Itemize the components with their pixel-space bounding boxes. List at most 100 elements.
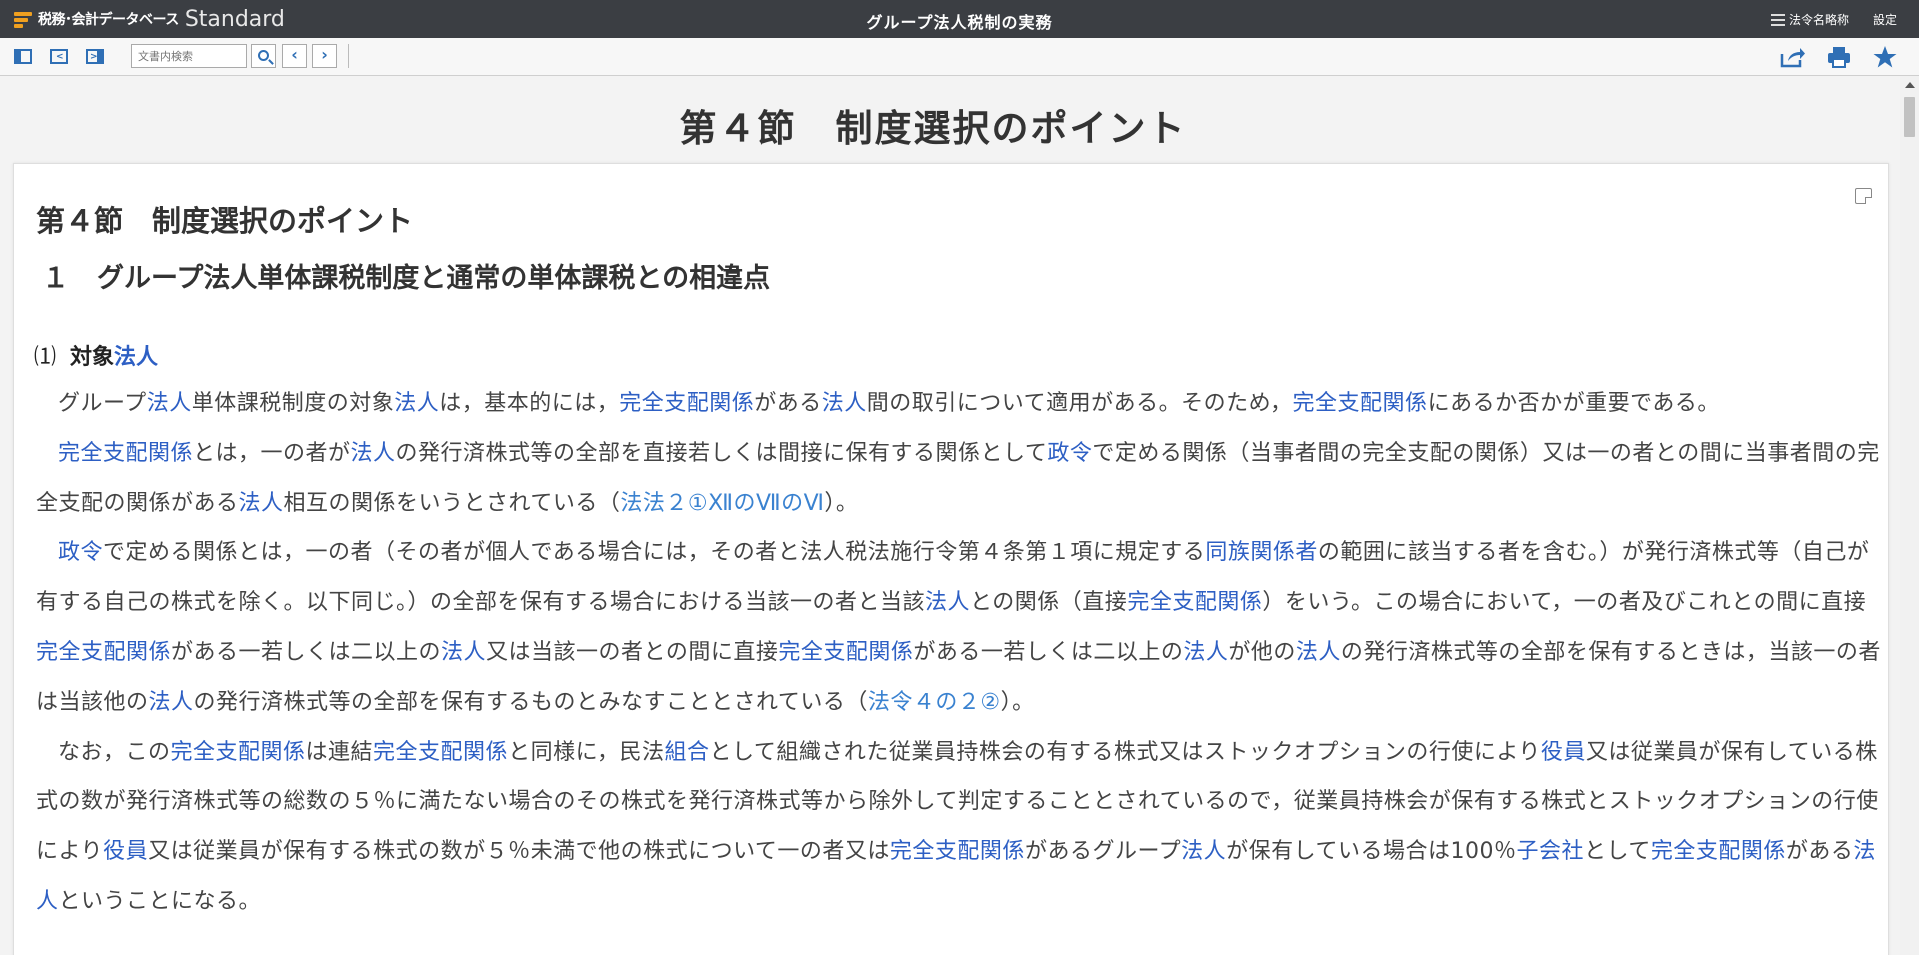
body-text: との関係（直接 [970, 590, 1128, 616]
body-paragraph: 完全支配関係とは，一の者が法人の発行済株式等の全部を直接若しくは間接に保有する関… [36, 429, 1881, 529]
body-text: とは，一の者が [193, 440, 351, 466]
body-paragraph: グループ法人単体課税制度の対象法人は，基本的には，完全支配関係がある法人間の取引… [36, 379, 1881, 429]
expand-right-icon: > [86, 49, 104, 64]
title-bar: 税務･会計データベース Standard グループ法人税制の実務 法令名略称 設… [0, 0, 1919, 38]
term-link[interactable]: 完全支配関係 [171, 740, 306, 765]
subsection-text: グループ法人単体課税制度と通常の単体課税との相違点 [97, 263, 771, 294]
body-text: 相互の関係をいうとされている（ [283, 490, 621, 516]
term-link[interactable]: 完全支配関係 [1293, 391, 1428, 416]
term-link[interactable]: 政令 [1047, 441, 1092, 466]
term-link[interactable]: 法人 [239, 491, 284, 516]
law-abbrev-label: 法令名略称 [1788, 13, 1849, 27]
bookmark-button[interactable] [1871, 45, 1899, 69]
term-link[interactable]: 組合 [664, 740, 709, 765]
body-text: 又は当該一の者との間に直接 [486, 639, 779, 665]
term-link[interactable]: 法人 [147, 391, 192, 416]
subsection-number: １ [42, 263, 69, 294]
body-text: の発行済株式等の全部を直接若しくは間接に保有する関係として [395, 440, 1048, 466]
term-link[interactable]: 完全支配関係 [373, 740, 508, 765]
body-text: があるグループ [1024, 839, 1182, 865]
body-text: が保有している場合は100％ [1226, 839, 1517, 865]
law-reference-link[interactable]: 法法２①ⅫのⅦのⅥ [620, 491, 824, 516]
settings-label: 設定 [1872, 13, 1897, 27]
toolbar-divider [348, 44, 349, 68]
section-title: 第４節 制度選択のポイント [36, 204, 414, 238]
term-link[interactable]: 完全支配関係 [58, 441, 193, 466]
body-text: ）。 [824, 490, 859, 516]
body-text: がある一若しくは二以上の [171, 639, 442, 665]
body-text: 間の取引について適用がある。そのため， [866, 391, 1293, 416]
body-text: がある [754, 391, 822, 416]
list-icon [1770, 13, 1785, 26]
term-link[interactable]: 法人 [1183, 640, 1228, 665]
collapse-left-button[interactable]: < [47, 46, 71, 68]
document-title: グループ法人税制の実務 [866, 13, 1053, 32]
item-number: ⑴ [34, 345, 57, 370]
body-text: と同様に，民法 [508, 739, 665, 765]
body-text: で定める関係とは，一の者（その者が個人である場合には，その者と法人税法施行令第４… [103, 540, 1206, 566]
term-link[interactable]: 法人 [1296, 640, 1341, 665]
search-icon [258, 50, 269, 61]
print-icon [1828, 47, 1850, 68]
term-link[interactable]: 完全支配関係 [619, 391, 754, 416]
term-link[interactable]: 役員 [1541, 740, 1586, 765]
term-link[interactable]: 完全支配関係 [778, 640, 913, 665]
memo-icon[interactable] [1855, 188, 1872, 204]
share-icon [1780, 48, 1805, 68]
body-text: として組織された従業員持株会の有する株式又はストックオプションの行使により [709, 739, 1541, 765]
body-text: なお，この [58, 739, 171, 765]
term-link[interactable]: 役員 [103, 839, 148, 864]
page-heading: 第４節 制度選択のポイント [679, 107, 1187, 150]
term-link[interactable]: 子会社 [1516, 839, 1584, 864]
body-text: がある一若しくは二以上の [913, 639, 1184, 665]
subsection-title: １ グループ法人単体課税制度と通常の単体課税との相違点 [42, 256, 770, 295]
term-link[interactable]: 完全支配関係 [36, 640, 171, 665]
law-abbrev-button[interactable]: 法令名略称 [1770, 11, 1849, 28]
collapse-left-icon: < [50, 49, 68, 64]
search-button[interactable] [251, 44, 276, 68]
term-link[interactable]: 完全支配関係 [1651, 839, 1786, 864]
document-body: グループ法人単体課税制度の対象法人は，基本的には，完全支配関係がある法人間の取引… [36, 379, 1881, 927]
body-text: 又は従業員が保有する株式の数が５％未満で他の株式について一の者又は [148, 839, 890, 865]
law-reference-link[interactable]: 法令４の２② [868, 690, 1001, 715]
body-text: ということになる。 [58, 888, 262, 914]
body-text: は，基本的には， [439, 391, 620, 416]
vertical-scrollbar[interactable] [1900, 76, 1919, 955]
body-text: として [1584, 839, 1651, 865]
print-button[interactable] [1825, 45, 1853, 69]
body-text: 単体課税制度の対象 [191, 391, 395, 416]
document-search-input[interactable] [131, 44, 247, 68]
settings-button[interactable]: 設定 [1873, 11, 1897, 28]
term-link[interactable]: 法人 [114, 345, 158, 370]
document-viewport[interactable]: 第４節 制度選択のポイント 第４節 制度選択のポイント １ グループ法人単体課税制… [0, 76, 1900, 955]
term-link[interactable]: 法人 [925, 590, 970, 615]
document-card: 第４節 制度選択のポイント １ グループ法人単体課税制度と通常の単体課税との相違点… [13, 163, 1889, 955]
term-link[interactable]: 完全支配関係 [890, 839, 1025, 864]
term-link[interactable]: 同族関係者 [1205, 540, 1318, 565]
scroll-up-arrow-icon[interactable] [1905, 82, 1915, 88]
term-link[interactable]: 法人 [394, 391, 439, 416]
term-link[interactable]: 法人 [822, 391, 867, 416]
sidebar-toggle-icon [14, 49, 32, 64]
share-button[interactable] [1779, 45, 1807, 69]
scroll-thumb[interactable] [1904, 97, 1915, 137]
expand-right-button[interactable]: > [83, 46, 107, 68]
term-link[interactable]: 法人 [149, 690, 194, 715]
item-heading: ⑴ 対象法人 [34, 339, 158, 371]
body-text: が他の [1228, 639, 1296, 665]
term-link[interactable]: 政令 [58, 540, 103, 565]
body-text: がある [1785, 839, 1854, 865]
term-link[interactable]: 法人 [351, 441, 396, 466]
body-text: ）をいう。この場合において，一の者及びこれとの間に直接 [1262, 590, 1867, 616]
body-text: グループ [58, 391, 147, 416]
body-text: ）。 [1000, 689, 1035, 715]
star-icon [1873, 46, 1897, 68]
search-prev-button[interactable]: ‹ [282, 44, 307, 68]
body-paragraph: 政令で定める関係とは，一の者（その者が個人である場合には，その者と法人税法施行令… [36, 528, 1881, 727]
body-paragraph: なお，この完全支配関係は連結完全支配関係と同様に，民法組合として組織された従業員… [36, 728, 1881, 927]
term-link[interactable]: 法人 [441, 640, 486, 665]
search-next-button[interactable]: › [312, 44, 337, 68]
term-link[interactable]: 完全支配関係 [1127, 590, 1262, 615]
toggle-sidebar-button[interactable] [11, 46, 35, 68]
term-link[interactable]: 法人 [1181, 839, 1226, 864]
